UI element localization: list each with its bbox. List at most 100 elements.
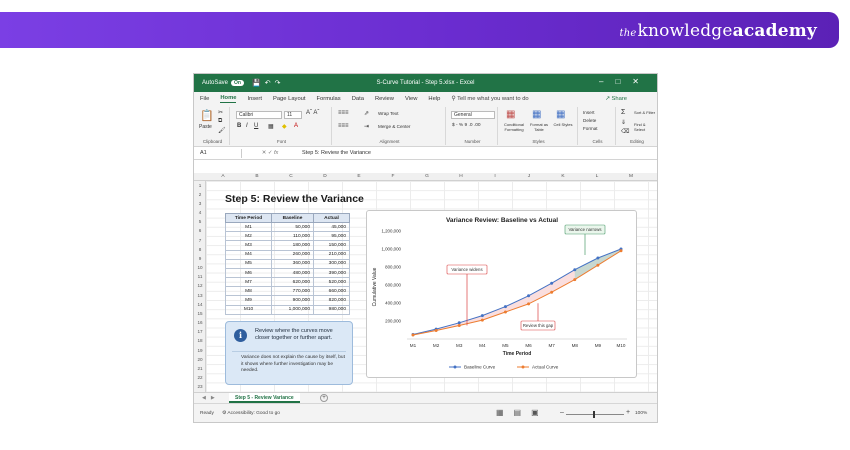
number-format-box[interactable]: General (451, 111, 495, 119)
data-point-actual[interactable] (480, 318, 484, 322)
data-point-baseline[interactable] (550, 281, 554, 285)
data-point-baseline[interactable] (573, 268, 577, 272)
actual-cell[interactable]: 45,000 (313, 222, 350, 233)
tab-review[interactable]: Review (375, 96, 394, 102)
period-cell[interactable]: M5 (225, 258, 272, 269)
row-header[interactable]: 3 (194, 201, 206, 206)
column-header-l[interactable]: L (580, 174, 614, 179)
data-point-actual[interactable] (503, 310, 507, 314)
font-grow-icon[interactable]: Aˆ Aˇ (306, 110, 319, 116)
data-point-baseline[interactable] (527, 294, 531, 298)
merge-center-button[interactable]: Merge & Center (378, 124, 410, 129)
tab-file[interactable]: File (200, 96, 209, 102)
column-header-k[interactable]: K (546, 174, 580, 179)
baseline-cell[interactable]: 50,000 (271, 222, 314, 233)
accessibility-status[interactable]: ⚙ Accessibility: Good to go (222, 411, 280, 416)
share-button[interactable]: ↗ Share (605, 96, 638, 102)
column-header-c[interactable]: C (274, 174, 308, 179)
data-point-actual[interactable] (527, 302, 531, 306)
row-header[interactable]: 23 (194, 384, 206, 389)
cut-icon[interactable]: ✂ (218, 109, 223, 116)
data-point-actual[interactable] (434, 328, 438, 332)
tab-insert[interactable]: Insert (247, 96, 262, 102)
clear-icon[interactable]: ⌫ (621, 128, 629, 135)
align-top-icon[interactable]: ≡≡≡ (338, 110, 349, 116)
data-point-baseline[interactable] (596, 256, 600, 260)
sheet-title[interactable]: Step 5: Review the Variance (225, 193, 364, 205)
conditional-formatting-icon[interactable]: ▦ (506, 109, 515, 120)
table-header-period[interactable]: Time Period (225, 212, 272, 224)
autosum-icon[interactable]: Σ (621, 109, 625, 116)
table-header-baseline[interactable]: Baseline (271, 212, 314, 224)
copy-icon[interactable]: ⧉ (218, 118, 222, 125)
zoom-slider[interactable] (566, 414, 624, 415)
fill-icon[interactable]: ⇓ (621, 119, 626, 126)
period-cell[interactable]: M3 (225, 240, 272, 251)
row-header[interactable]: 5 (194, 219, 206, 224)
format-table-icon[interactable]: ▦ (532, 109, 541, 120)
row-header[interactable]: 2 (194, 192, 206, 197)
row-header[interactable]: 11 (194, 274, 206, 279)
row-header[interactable]: 7 (194, 238, 206, 243)
actual-cell[interactable]: 820,000 (313, 295, 350, 306)
line-chart[interactable]: Variance Review: Baseline vs Actual 200,0… (366, 210, 637, 378)
tab-page-layout[interactable]: Page Layout (273, 96, 306, 102)
row-header[interactable]: 1 (194, 183, 206, 188)
zoom-slider-handle[interactable] (593, 411, 595, 418)
actual-cell[interactable]: 150,000 (313, 240, 350, 251)
orientation-icon[interactable]: ⇗ (364, 110, 369, 117)
period-cell[interactable]: M9 (225, 295, 272, 306)
sort-filter-button[interactable]: Sort & Filter (634, 110, 656, 115)
tab-home[interactable]: Home (220, 95, 237, 103)
actual-cell[interactable]: 95,000 (313, 231, 350, 242)
baseline-cell[interactable]: 260,000 (271, 249, 314, 260)
cell-gridlines[interactable]: Step 5: Review the Variance Time Period … (206, 181, 657, 392)
column-header-m[interactable]: M (614, 174, 648, 179)
row-header[interactable]: 14 (194, 302, 206, 307)
baseline-cell[interactable]: 1,000,000 (271, 304, 314, 315)
actual-cell[interactable]: 390,000 (313, 267, 350, 279)
baseline-cell[interactable]: 480,000 (271, 267, 314, 279)
font-name-box[interactable]: Calibri (236, 111, 282, 119)
data-point-actual[interactable] (457, 324, 461, 327)
data-table[interactable]: Time Period Baseline Actual M1 50,000 45,0… (225, 212, 350, 315)
baseline-cell[interactable]: 180,000 (271, 240, 314, 251)
actual-cell[interactable]: 520,000 (313, 277, 350, 288)
borders-icon[interactable]: ▦ (268, 123, 274, 130)
column-header-n[interactable]: N (648, 174, 657, 179)
row-header[interactable]: 4 (194, 210, 206, 215)
bold-icon[interactable]: B (237, 123, 241, 129)
view-buttons[interactable]: ▦▤▣ (496, 408, 549, 417)
baseline-cell[interactable]: 770,000 (271, 286, 314, 297)
tab-help[interactable]: Help (428, 96, 440, 102)
row-header[interactable]: 17 (194, 329, 206, 334)
tab-view[interactable]: View (405, 96, 417, 102)
underline-icon[interactable]: U (254, 123, 258, 129)
insert-cells-button[interactable]: Insert (583, 110, 595, 115)
row-header[interactable]: 22 (194, 375, 206, 380)
zoom-in-button[interactable]: + (626, 409, 630, 416)
column-header-e[interactable]: E (342, 174, 376, 179)
row-header[interactable]: 18 (194, 338, 206, 343)
series-line-baseline[interactable] (412, 248, 622, 335)
row-header[interactable]: 20 (194, 357, 206, 362)
row-header[interactable]: 13 (194, 293, 206, 298)
period-cell[interactable]: M8 (225, 286, 272, 297)
data-point-baseline[interactable] (457, 321, 461, 325)
tab-formulas[interactable]: Formulas (317, 96, 341, 102)
column-header-i[interactable]: I (478, 174, 512, 179)
font-color-icon[interactable]: A (294, 123, 298, 129)
row-header[interactable]: 19 (194, 348, 206, 353)
wrap-text-button[interactable]: Wrap Text (378, 111, 399, 116)
data-point-actual[interactable] (596, 263, 600, 267)
formula-input[interactable]: Step 5: Review the Variance (298, 150, 371, 156)
period-cell[interactable]: M1 (225, 222, 272, 233)
align-left-icon[interactable]: ≡≡≡ (338, 123, 349, 129)
zoom-out-button[interactable]: – (560, 409, 564, 416)
sheet-tab-active[interactable]: Step 5 - Review Variance (229, 393, 300, 403)
row-header[interactable]: 9 (194, 256, 206, 261)
row-header[interactable]: 6 (194, 228, 206, 233)
data-point-actual[interactable] (619, 249, 623, 253)
actual-cell[interactable]: 660,000 (313, 286, 350, 297)
format-painter-icon[interactable]: 🖌 (218, 127, 226, 134)
